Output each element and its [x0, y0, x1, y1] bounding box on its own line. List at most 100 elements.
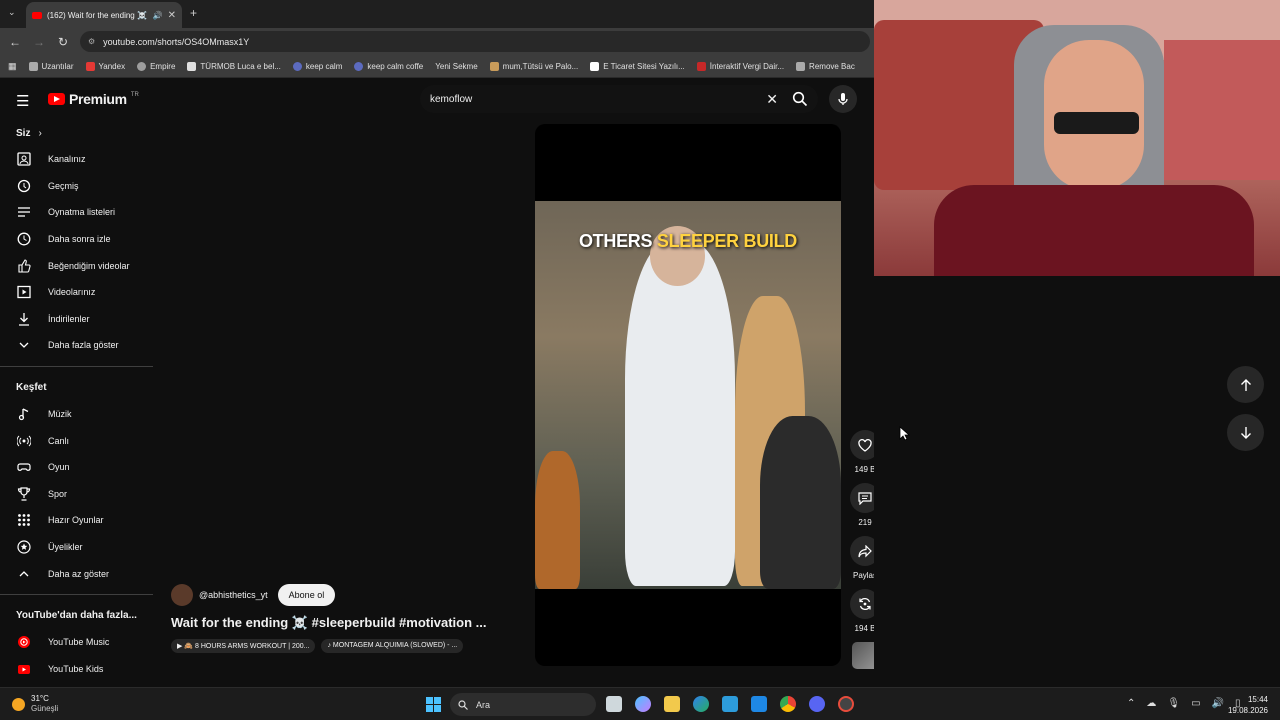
close-tab-icon[interactable]: ✕	[168, 10, 176, 21]
edge-icon[interactable]	[693, 696, 709, 712]
windows-start-icon[interactable]	[426, 697, 441, 712]
file-explorer-icon[interactable]	[664, 696, 680, 712]
network-icon[interactable]: ▭	[1191, 698, 1200, 709]
clock[interactable]: 15:44 19.08.2026	[1228, 694, 1268, 716]
microphone-icon[interactable]: 🎙	[1167, 698, 1180, 709]
browser-tab-bar: ⌄ (162) Wait for the ending ☠️ 🔊 ✕ +	[0, 0, 874, 28]
live-icon	[16, 433, 32, 449]
youtube-page: ☰ Premium TR kemoflow ✕ Siz › Kanalınız G…	[0, 78, 880, 687]
tab-title: (162) Wait for the ending ☠️	[47, 10, 147, 20]
chevron-down-icon	[16, 337, 32, 353]
store-icon[interactable]	[722, 696, 738, 712]
channel-avatar[interactable]	[171, 584, 193, 606]
tray-chevron-icon[interactable]: ⌃	[1127, 698, 1135, 709]
previous-short-button[interactable]	[1227, 366, 1264, 403]
sidebar-item-show-less[interactable]: Daha az göster	[0, 560, 153, 587]
search-icon[interactable]	[792, 91, 808, 107]
system-tray: ⌃ ☁ 🎙 ▭ 🔊 ▯	[1127, 698, 1241, 709]
related-video-chip[interactable]: ▶ 🙈 8 HOURS ARMS WORKOUT | 200...	[171, 639, 316, 653]
sidebar-item-history[interactable]: Geçmiş	[0, 173, 153, 200]
bookmark-item[interactable]: E Ticaret Sitesi Yazılı...	[590, 61, 685, 71]
girl-figure	[760, 416, 841, 589]
video-icon	[16, 284, 32, 300]
sound-chip[interactable]: ♪ MONTAGEM ALQUIMIA (SLOWED) - ...	[321, 639, 464, 653]
bookmark-item[interactable]: keep calm	[292, 61, 342, 71]
weather-widget[interactable]: 31°C Güneşli	[12, 694, 58, 714]
volume-icon[interactable]: 🔊	[1212, 698, 1224, 709]
bookmark-item[interactable]: İnteraktif Vergi Dair...	[696, 61, 784, 71]
bed-cover	[1164, 40, 1280, 180]
youtube-logo[interactable]: Premium TR	[48, 91, 139, 107]
sidebar-item-gaming[interactable]: Oyun	[0, 454, 153, 481]
bookmark-item[interactable]: Yeni Sekme	[435, 62, 477, 71]
remix-count: 194 B	[854, 624, 876, 633]
tray-app-icon[interactable]: ☁	[1146, 698, 1156, 709]
channel-name[interactable]: @abhisthetics_yt	[199, 590, 268, 600]
next-short-button[interactable]	[1227, 414, 1264, 451]
sidebar-item-youtube-kids[interactable]: YouTube Kids	[0, 656, 153, 683]
app-icon[interactable]	[838, 696, 854, 712]
youtube-kids-icon	[16, 661, 32, 677]
bookmark-item[interactable]: Uzantılar	[28, 61, 74, 71]
you-section-heading[interactable]: Siz ›	[0, 120, 153, 146]
discord-icon[interactable]	[809, 696, 825, 712]
browser-toolbar: ← → ↻ ⚙ youtube.com/shorts/OS4OMmasx1Y	[0, 28, 874, 55]
sidebar-item-watch-later[interactable]: Daha sonra izle	[0, 226, 153, 253]
tab-list-icon[interactable]: ⌄	[8, 7, 16, 18]
bookmark-item[interactable]: Yandex	[85, 61, 125, 71]
short-title[interactable]: Wait for the ending ☠️ #sleeperbuild #mo…	[171, 615, 531, 631]
back-icon[interactable]: ←	[3, 35, 27, 49]
menu-icon[interactable]: ☰	[16, 92, 29, 110]
apps-grid-icon[interactable]: ▦	[8, 61, 17, 72]
explore-section-heading: Keşfet	[16, 382, 47, 394]
thumbs-up-icon	[16, 258, 32, 274]
sidebar-item-playlists[interactable]: Oynatma listeleri	[0, 199, 153, 226]
sidebar-item-music[interactable]: Müzik	[0, 401, 153, 428]
copilot-icon[interactable]	[635, 696, 651, 712]
sidebar-item-youtube-music[interactable]: YouTube Music	[0, 629, 153, 656]
video-frame[interactable]: OTHERS SLEEPER BUILD	[535, 201, 841, 589]
sidebar-item-show-more[interactable]: Daha fazla göster	[0, 332, 153, 359]
sidebar-item-your-channel[interactable]: Kanalınız	[0, 146, 153, 173]
clear-search-icon[interactable]: ✕	[766, 91, 778, 108]
taskbar-search[interactable]: Ara	[450, 693, 596, 716]
chrome-icon[interactable]	[780, 696, 796, 712]
sunglasses	[1054, 112, 1139, 134]
shorts-player[interactable]: OTHERS SLEEPER BUILD	[535, 124, 841, 666]
browser-tab-active[interactable]: (162) Wait for the ending ☠️ 🔊 ✕	[26, 2, 182, 28]
sidebar-item-sports[interactable]: Spor	[0, 481, 153, 508]
sidebar: Siz › Kanalınız Geçmiş Oynatma listeleri …	[0, 120, 153, 682]
sidebar-item-your-videos[interactable]: Videolarınız	[0, 279, 153, 306]
bookmarks-bar: ▦ Uzantılar Yandex Empire TÜRMOB Luca e …	[0, 55, 874, 78]
badge-star-icon	[16, 539, 32, 555]
mail-icon[interactable]	[751, 696, 767, 712]
search-query: kemoflow	[430, 93, 473, 105]
chevron-up-icon	[16, 566, 32, 582]
sidebar-item-playables[interactable]: Hazır Oyunlar	[0, 507, 153, 534]
bookmark-item[interactable]: TÜRMOB Luca e bel...	[187, 61, 281, 71]
bookmark-item[interactable]: keep calm coffe	[354, 61, 423, 71]
comment-count: 219	[858, 518, 872, 527]
sidebar-divider	[0, 365, 153, 367]
bookmark-item[interactable]: Empire	[137, 61, 175, 71]
search-input[interactable]: kemoflow ✕	[420, 85, 818, 113]
site-info-icon[interactable]: ⚙	[88, 37, 95, 46]
new-tab-icon[interactable]: +	[190, 6, 197, 20]
task-view-icon[interactable]	[606, 696, 622, 712]
voice-search-button[interactable]	[829, 85, 857, 113]
comment-icon	[858, 491, 872, 505]
sidebar-item-live[interactable]: Canlı	[0, 427, 153, 454]
sidebar-item-liked-videos[interactable]: Beğendiğim videolar	[0, 252, 153, 279]
sidebar-item-memberships[interactable]: Üyelikler	[0, 534, 153, 561]
address-bar[interactable]: ⚙ youtube.com/shorts/OS4OMmasx1Y	[80, 31, 870, 52]
bookmark-item[interactable]: Remove Bac	[796, 61, 855, 71]
subscribe-button[interactable]: Abone ol	[277, 584, 336, 606]
sun-icon	[12, 697, 25, 711]
speaker-icon[interactable]: 🔊	[153, 11, 163, 20]
reload-icon[interactable]: ↻	[51, 35, 75, 49]
bookmark-item[interactable]: mum,Tütsü ve Palo...	[489, 61, 578, 71]
sidebar-item-downloads[interactable]: İndirilenler	[0, 306, 153, 333]
clock-icon	[16, 231, 32, 247]
forward-icon[interactable]: →	[27, 35, 51, 49]
mouse-cursor-icon	[899, 426, 910, 441]
